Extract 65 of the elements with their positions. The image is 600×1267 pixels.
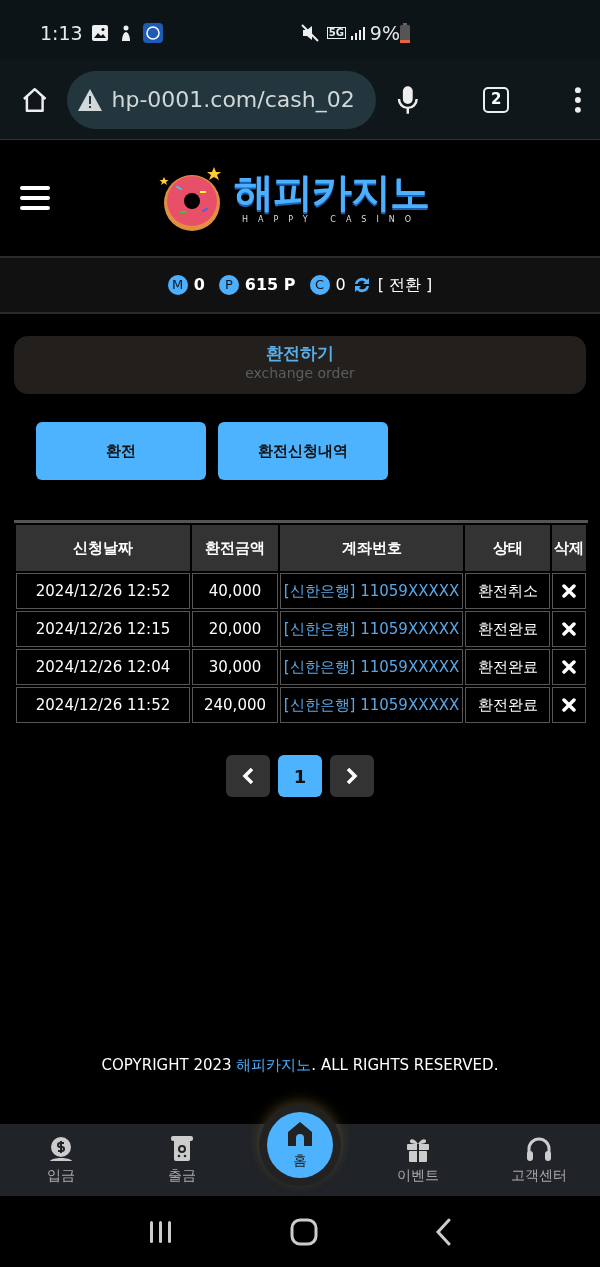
more-icon[interactable] — [574, 85, 582, 114]
balance-value: 615 P — [244, 274, 296, 296]
column-header: 상태 — [465, 525, 550, 571]
delete-icon[interactable] — [562, 622, 576, 637]
chevron-left-icon — [242, 767, 254, 785]
column-header: 계좌번호 — [280, 525, 463, 571]
balance-badge: C — [309, 275, 330, 295]
microphone-icon[interactable] — [396, 83, 421, 116]
mute-icon — [300, 24, 319, 42]
status-cell: 환전완료 — [465, 611, 550, 647]
account-cell: [신한은행] 11059XXXXX — [280, 687, 463, 723]
action-button[interactable]: 환전 — [36, 422, 206, 480]
address-field[interactable]: hp-0001.com/cash_02 — [67, 70, 377, 129]
account-cell: [신한은행] 11059XXXXX — [280, 573, 463, 609]
previous-page-button[interactable] — [226, 755, 270, 797]
copyright-text: COPYRIGHT 2023 해피카지노. ALL RIGHTS RESERVED. — [100, 1054, 500, 1076]
date-cell: 2024/12/26 11:52 — [16, 687, 190, 723]
next-page-button[interactable] — [330, 755, 374, 797]
date-cell: 2024/12/26 12:15 — [16, 611, 190, 647]
account-cell: [신한은행] 11059XXXXX — [280, 611, 463, 647]
delete-icon[interactable] — [562, 584, 576, 599]
recent-apps-icon[interactable] — [148, 1219, 174, 1244]
battery-icon — [400, 23, 410, 43]
image-icon — [90, 24, 109, 42]
column-header: 삭제 — [552, 525, 586, 571]
amount-cell: 20,000 — [192, 611, 278, 647]
balance-badge: M — [167, 275, 188, 295]
amount-cell: 40,000 — [192, 573, 278, 609]
date-cell: 2024/12/26 12:04 — [16, 649, 190, 685]
section-title: 환전하기 — [265, 342, 335, 365]
amount-cell: 240,000 — [192, 687, 278, 723]
delete-icon[interactable] — [562, 698, 576, 713]
chevron-right-icon — [346, 767, 358, 785]
back-icon[interactable] — [434, 1217, 452, 1246]
nav-item[interactable]: 이벤트 — [357, 1124, 479, 1196]
nav-item[interactable]: 출금 — [121, 1124, 243, 1196]
date-cell: 2024/12/26 12:52 — [16, 573, 190, 609]
balance-value: 0 — [193, 274, 205, 296]
warning-icon — [77, 87, 104, 112]
clock-text: 1:13 — [40, 20, 83, 46]
delete-icon[interactable] — [562, 660, 576, 675]
account-cell: [신한은행] 11059XXXXX — [280, 649, 463, 685]
page-button[interactable]: 1 — [278, 755, 322, 797]
menu-icon[interactable] — [20, 185, 50, 211]
logo-subtitle: HAPPY CASINO — [241, 216, 422, 224]
balance-value: 0 — [335, 274, 346, 296]
column-header: 신청날짜 — [16, 525, 190, 571]
tab-count-button[interactable]: 2 — [483, 86, 509, 113]
section-subtitle: exchange order — [244, 364, 356, 383]
battery-percent-text: 9% — [369, 20, 400, 46]
status-cell: 환전완료 — [465, 687, 550, 723]
home-icon — [286, 1119, 314, 1148]
action-button[interactable]: 환전신청내역 — [218, 422, 388, 480]
nav-item[interactable]: 고객센터 — [478, 1124, 600, 1196]
status-cell: 환전완료 — [465, 649, 550, 685]
app-icon — [142, 23, 163, 43]
home-button-icon[interactable] — [290, 1217, 318, 1246]
nav-item[interactable]: 입금 — [0, 1124, 122, 1196]
signal-icon — [349, 25, 366, 41]
convert-link[interactable]: [ 전환 ] — [377, 273, 433, 297]
status-cell: 환전취소 — [465, 573, 550, 609]
network-type-text: 5G — [326, 27, 346, 39]
column-header: 환전금액 — [192, 525, 278, 571]
balance-badge: P — [218, 275, 239, 295]
amount-cell: 30,000 — [192, 649, 278, 685]
